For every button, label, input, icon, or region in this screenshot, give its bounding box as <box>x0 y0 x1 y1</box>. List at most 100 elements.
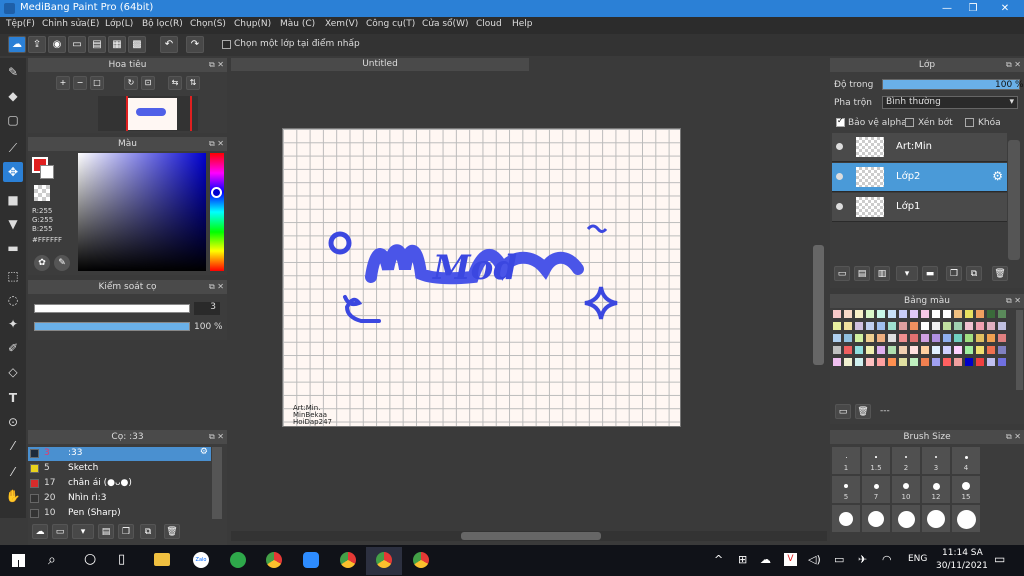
share-icon[interactable]: ⇪ <box>28 36 46 53</box>
grid-icon[interactable]: ▩ <box>128 36 146 53</box>
palette-swatch[interactable] <box>998 346 1006 354</box>
chrome-profile-icon[interactable] <box>340 552 356 568</box>
add-layer-menu-icon[interactable]: ▾ <box>896 266 918 281</box>
palette-swatch[interactable] <box>888 346 896 354</box>
palette-new-icon[interactable]: ▭ <box>835 404 851 419</box>
undo-button[interactable]: ↶ <box>160 36 178 53</box>
merge-layer-icon[interactable]: ⧉ <box>966 266 982 281</box>
palette-swatch[interactable] <box>910 358 918 366</box>
duplicate-layer-icon[interactable]: ❐ <box>946 266 962 281</box>
palette-edit-icon[interactable]: ✎ <box>54 255 70 271</box>
palette-swatch[interactable] <box>833 334 841 342</box>
brush-list-scrollbar[interactable] <box>212 447 222 519</box>
restore-button[interactable]: ❐ <box>958 0 988 17</box>
palette-scrollbar[interactable] <box>1016 310 1023 390</box>
canvas-hscroll-thumb[interactable] <box>461 532 601 540</box>
bucket-tool-icon[interactable]: ▼ <box>3 214 23 234</box>
menu-file[interactable]: Tệp(F) <box>6 19 35 29</box>
brush-size-cell[interactable] <box>892 505 920 532</box>
select-layer-checkbox[interactable] <box>222 40 231 49</box>
palette-swatch[interactable] <box>888 310 896 318</box>
palette-swatch[interactable] <box>954 310 962 318</box>
palette-swatch[interactable] <box>965 358 973 366</box>
palette-swatch[interactable] <box>954 358 962 366</box>
menu-cloud[interactable]: Cloud <box>476 19 502 29</box>
brush-size-cell[interactable]: 1 <box>832 447 860 474</box>
lock-checkbox[interactable] <box>965 118 974 127</box>
cloud-icon[interactable]: ☁ <box>8 36 26 53</box>
brush-size-cell[interactable]: 1.5 <box>862 447 890 474</box>
divide-tool-icon[interactable]: ⁄ <box>3 436 23 456</box>
palette-swatch[interactable] <box>877 346 885 354</box>
close-button[interactable]: ✕ <box>990 0 1020 17</box>
canvas-vscroll[interactable] <box>813 245 824 365</box>
menu-layer[interactable]: Lớp(L) <box>105 19 133 29</box>
secondary-color-swatch[interactable] <box>40 165 54 179</box>
clock-time[interactable]: 11:14 SA <box>942 548 983 558</box>
palette-swatch[interactable] <box>888 334 896 342</box>
hue-slider[interactable] <box>210 153 224 271</box>
tray-v-icon[interactable]: V <box>784 553 797 566</box>
palette-swatch[interactable] <box>855 322 863 330</box>
brush-size-cell[interactable]: 3 <box>922 447 950 474</box>
brush-list-item[interactable]: 10 Pen (Sharp) <box>28 507 211 521</box>
palette-swatch[interactable] <box>965 334 973 342</box>
protect-alpha-checkbox[interactable]: ✓ <box>836 116 845 127</box>
tab-untitled[interactable]: Untitled <box>231 58 529 71</box>
palette-swatch[interactable] <box>932 334 940 342</box>
palette-swatch[interactable] <box>866 310 874 318</box>
tray-icon-2[interactable]: ☁ <box>760 553 771 566</box>
brush-folder-icon[interactable]: ▤ <box>98 524 114 539</box>
layer-scrollbar[interactable] <box>1008 140 1020 260</box>
menu-capture[interactable]: Chụp(N) <box>234 19 271 29</box>
delete-layer-icon[interactable]: 🗑 <box>992 266 1008 281</box>
palette-swatch[interactable] <box>866 322 874 330</box>
brush-list-item[interactable]: 17 chân ái (●ᴗ●) <box>28 477 211 491</box>
palette-swatch[interactable] <box>833 310 841 318</box>
eye-icon[interactable] <box>836 143 843 150</box>
palette-swatch[interactable] <box>877 310 885 318</box>
navigator-preview[interactable] <box>98 96 198 131</box>
palette-swatch[interactable] <box>877 334 885 342</box>
redo-button[interactable]: ↷ <box>186 36 204 53</box>
brush-add-icon[interactable]: ▾ <box>72 524 94 539</box>
gear-icon[interactable]: ⚙ <box>992 169 1003 183</box>
palette-swatch[interactable] <box>932 346 940 354</box>
palette-swatch[interactable] <box>833 346 841 354</box>
brush-size-cell[interactable] <box>952 505 980 532</box>
palette-swatch[interactable] <box>987 322 995 330</box>
palette-swatch[interactable] <box>921 334 929 342</box>
new-halftone-layer-icon[interactable]: ▤ <box>854 266 870 281</box>
menu-tools[interactable]: Công cụ(T) <box>366 19 415 29</box>
hand-tool-icon[interactable]: ✋ <box>3 486 23 506</box>
text-tool-icon[interactable]: T <box>3 388 23 408</box>
folder-icon[interactable]: ▬ <box>922 266 938 281</box>
brush-size-cell[interactable]: 5 <box>832 476 860 503</box>
zoom-app-icon[interactable] <box>303 552 319 568</box>
balloon-tool-icon[interactable]: ⊙ <box>3 412 23 432</box>
chrome-second-icon[interactable] <box>413 552 429 568</box>
palette-swatch[interactable] <box>976 322 984 330</box>
palette-swatch[interactable] <box>899 358 907 366</box>
gradient-tool-icon[interactable]: ▬ <box>3 238 23 258</box>
task-view-icon[interactable]: ▯ <box>118 552 125 567</box>
file-explorer-icon[interactable] <box>154 553 170 566</box>
app-green-icon[interactable] <box>230 552 246 568</box>
battery-icon[interactable]: ▭ <box>834 553 844 566</box>
palette-swatch[interactable] <box>855 334 863 342</box>
brush-list-item[interactable]: 5 Sketch <box>28 462 211 476</box>
notification-icon[interactable]: ▭ <box>994 552 1005 566</box>
palette-swatch[interactable] <box>888 322 896 330</box>
palette-swatch[interactable] <box>910 322 918 330</box>
palette-swatch[interactable] <box>998 334 1006 342</box>
page-icon[interactable]: ▤ <box>88 36 106 53</box>
eraser-tool-icon[interactable]: ◆ <box>3 86 23 106</box>
palette-swatch[interactable] <box>987 334 995 342</box>
chevron-up-icon[interactable]: ^ <box>714 553 723 566</box>
menu-help[interactable]: Help <box>512 19 533 29</box>
chrome-icon[interactable] <box>266 552 282 568</box>
palette-swatch[interactable] <box>987 310 995 318</box>
select-rect-icon[interactable]: ⬚ <box>3 266 23 286</box>
palette-swatch[interactable] <box>844 310 852 318</box>
palette-swatch[interactable] <box>932 322 940 330</box>
